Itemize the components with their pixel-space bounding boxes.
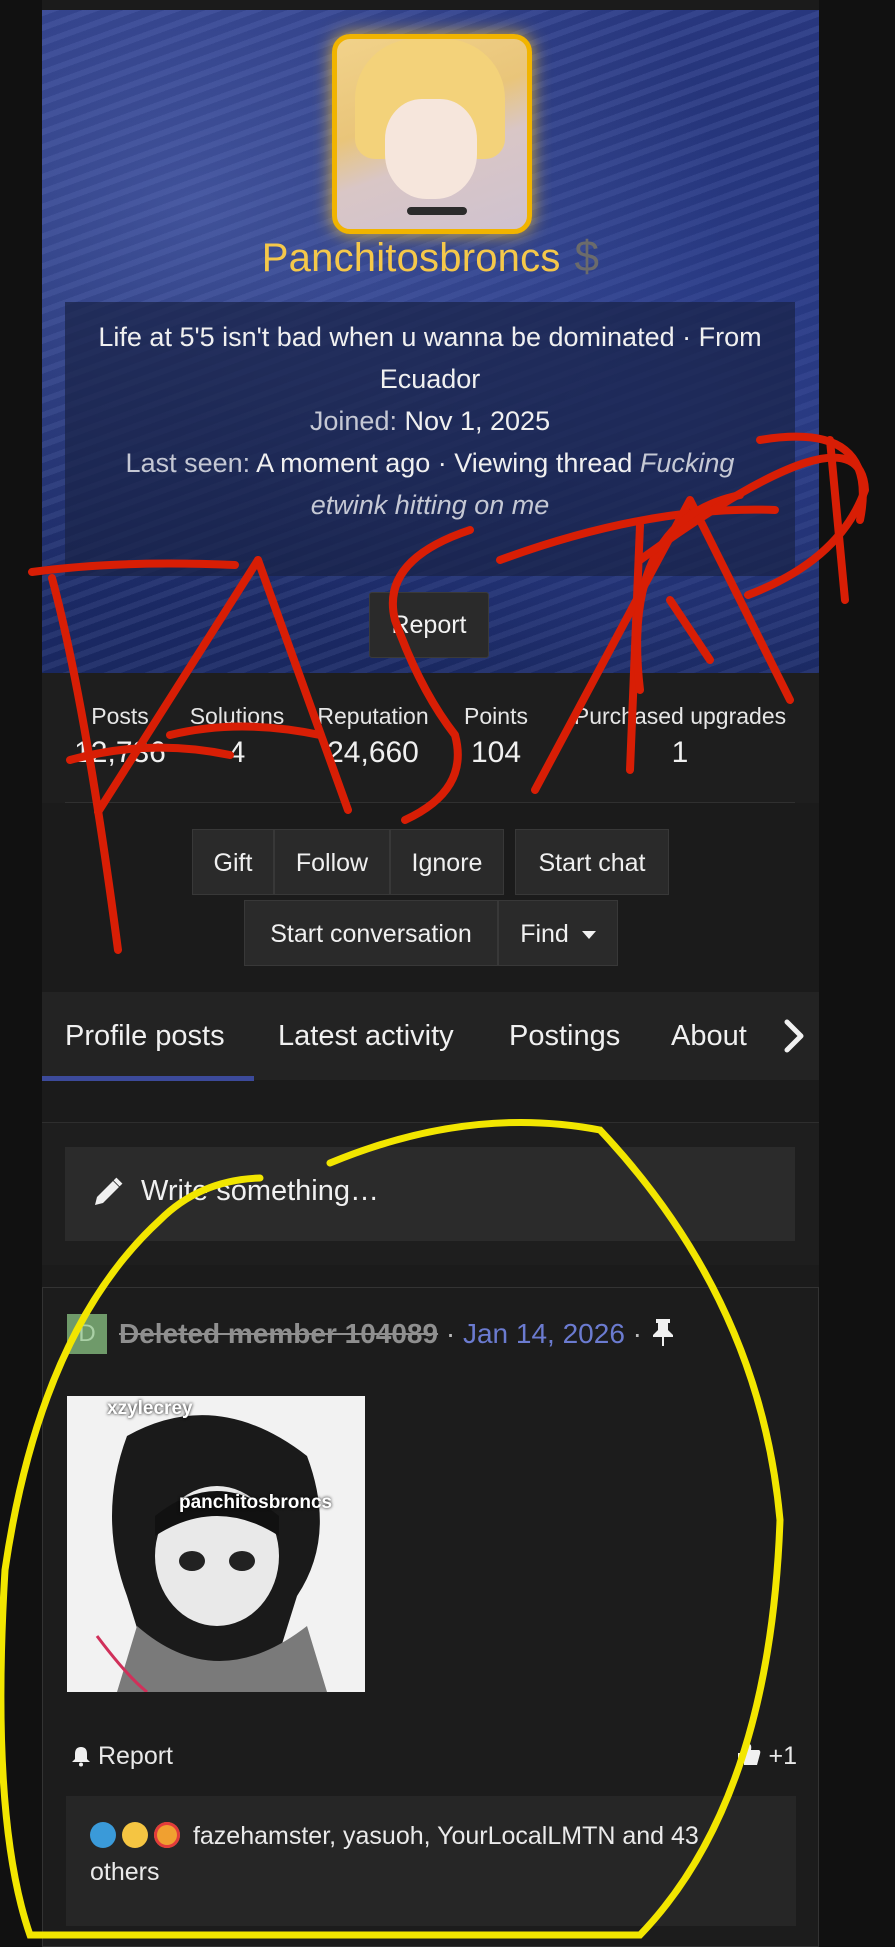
last-seen-value: A moment ago · Viewing thread	[256, 448, 633, 478]
like-count: +1	[768, 1742, 797, 1770]
find-label: Find	[520, 920, 569, 948]
joined-label: Joined:	[309, 406, 397, 436]
joined-row: Joined: Nov 1, 2025	[95, 400, 765, 442]
stat-label: Posts	[91, 703, 149, 729]
ignore-button[interactable]: Ignore	[390, 829, 504, 895]
tab-latest-activity[interactable]: Latest activity	[278, 992, 454, 1080]
stat-value: 1	[671, 736, 689, 769]
tab-postings[interactable]: Postings	[509, 992, 620, 1080]
stat-label: Reputation	[317, 703, 429, 729]
separator-dot: ·	[445, 1318, 463, 1349]
post-date[interactable]: Jan 14, 2026	[463, 1318, 625, 1349]
reactions-text: fazehamster, yasuoh, YourLocalLMTN and 4…	[90, 1822, 699, 1886]
profile-info-box: Life at 5'5 isn't bad when u wanna be do…	[65, 302, 795, 576]
like-reaction-icon	[90, 1822, 116, 1848]
stat-reputation[interactable]: Reputation 24,660	[308, 703, 438, 770]
profile-avatar[interactable]	[332, 34, 532, 234]
stat-posts[interactable]: Posts 12,736	[70, 703, 170, 770]
start-conversation-button[interactable]: Start conversation	[244, 900, 498, 966]
stat-value: 24,660	[327, 736, 419, 769]
image-caption-mid: panchitosbroncs	[179, 1492, 333, 1513]
profile-banner: Panchitosbroncs $ Life at 5'5 isn't bad w…	[42, 10, 819, 673]
find-button[interactable]: Find	[498, 900, 618, 966]
post-author-avatar[interactable]: D	[67, 1314, 107, 1354]
profile-username-row: Panchitosbroncs $	[42, 232, 819, 282]
stat-purchased-upgrades[interactable]: Purchased upgrades 1	[560, 703, 800, 770]
post-report-label: Report	[97, 1742, 173, 1770]
bell-icon	[72, 1747, 90, 1767]
last-seen-label: Last seen:	[125, 448, 251, 478]
reactions-summary[interactable]: fazehamster, yasuoh, YourLocalLMTN and 4…	[66, 1796, 796, 1926]
tab-profile-posts[interactable]: Profile posts	[65, 992, 225, 1080]
start-chat-button[interactable]: Start chat	[515, 829, 669, 895]
post-report-link[interactable]: Report	[71, 1742, 173, 1771]
stat-value: 12,736	[74, 736, 166, 769]
post-header: Deleted member 104089 · Jan 14, 2026 ·	[119, 1314, 676, 1354]
profile-bio: Life at 5'5 isn't bad when u wanna be do…	[98, 322, 762, 394]
separator-dot: ·	[632, 1318, 650, 1349]
last-seen-row: Last seen: A moment ago · Viewing thread…	[95, 442, 765, 526]
stat-value: 4	[228, 736, 246, 769]
post-image[interactable]: xzylecrey panchitosbroncs	[67, 1396, 365, 1692]
caret-down-icon	[581, 931, 596, 940]
like-button[interactable]: +1	[736, 1742, 797, 1771]
write-something-input[interactable]: Write something…	[65, 1147, 795, 1241]
thumbs-up-icon	[737, 1744, 760, 1766]
anime-drawing-image	[67, 1396, 365, 1692]
dollar-badge-icon: $	[574, 232, 600, 281]
profile-tabs: Profile posts Latest activity Postings A…	[42, 992, 819, 1080]
composer-section: Write something…	[42, 1122, 819, 1265]
image-caption-top: xzylecrey	[107, 1398, 193, 1419]
pencil-icon	[95, 1177, 123, 1205]
laughing-reaction-icon	[122, 1822, 148, 1848]
avatar-face	[385, 99, 477, 199]
joined-value: Nov 1, 2025	[404, 406, 551, 436]
profile-stats: Posts 12,736 Solutions 4 Reputation 24,6…	[42, 673, 819, 803]
heart-eyes-reaction-icon	[154, 1822, 180, 1848]
follow-button[interactable]: Follow	[274, 829, 390, 895]
stat-label: Solutions	[189, 703, 285, 729]
stats-divider	[65, 802, 795, 803]
stat-label: Points	[464, 703, 528, 729]
profile-post: D Deleted member 104089 · Jan 14, 2026 ·	[42, 1287, 819, 1947]
stat-points[interactable]: Points 104	[456, 703, 536, 770]
stat-value: 104	[470, 736, 522, 769]
profile-report-button[interactable]: Report	[369, 592, 489, 658]
active-tab-indicator	[42, 1076, 254, 1081]
post-actions: Report +1	[67, 1738, 797, 1778]
stat-label: Purchased upgrades	[573, 703, 787, 729]
stat-solutions[interactable]: Solutions 4	[182, 703, 292, 770]
pin-icon	[652, 1319, 673, 1346]
avatar-choker	[407, 207, 467, 215]
profile-username[interactable]: Panchitosbroncs	[262, 236, 561, 280]
composer-placeholder: Write something…	[141, 1175, 379, 1207]
profile-page: Panchitosbroncs $ Life at 5'5 isn't bad w…	[42, 0, 819, 1947]
post-author[interactable]: Deleted member 104089	[119, 1318, 438, 1349]
chevron-right-icon[interactable]	[779, 1014, 809, 1058]
gift-button[interactable]: Gift	[192, 829, 274, 895]
tab-about[interactable]: About	[671, 992, 747, 1080]
